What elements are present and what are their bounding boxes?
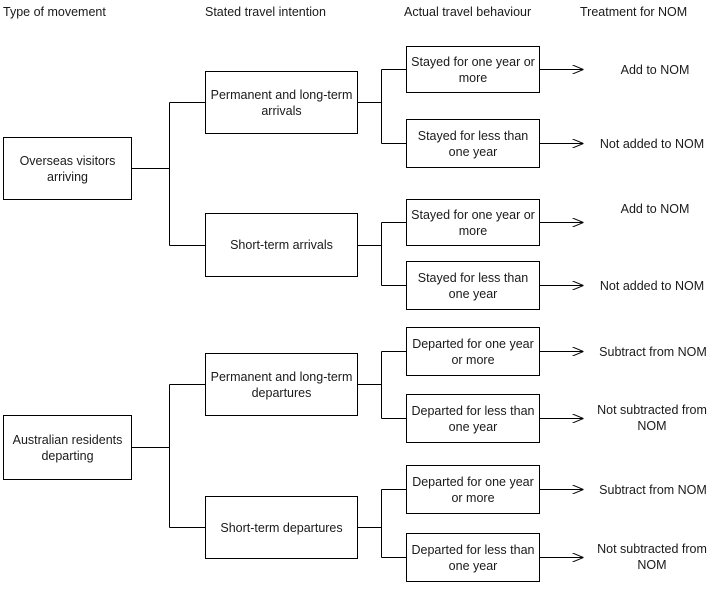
treatment-label: Not added to NOM	[599, 137, 705, 151]
treatment-label: Not subtracted from NOM	[597, 542, 707, 572]
node-label: Departed for one year or more	[412, 336, 534, 367]
treatment-not-subtracted-from-nom-st-departures: Not subtracted from NOM	[584, 540, 720, 574]
treatment-add-to-nom-plt-arrivals: Add to NOM	[592, 61, 718, 79]
treatment-subtract-from-nom-st-departures: Subtract from NOM	[586, 481, 720, 499]
node-label: Overseas visitors arriving	[19, 153, 116, 184]
flowchart-canvas: Type of movement Stated travel intention…	[0, 0, 721, 593]
treatment-label: Subtract from NOM	[599, 483, 707, 497]
treatment-not-added-to-nom-plt-arrivals: Not added to NOM	[586, 135, 718, 153]
connector-lines	[131, 0, 721, 593]
node-label: Departed for less than one year	[411, 542, 535, 573]
node-behaviour-stayed-one-year-or-more-plt[interactable]: Stayed for one year or more	[406, 46, 540, 93]
treatment-label: Add to NOM	[620, 63, 690, 77]
column-header-stated-travel-intention: Stated travel intention	[205, 5, 326, 19]
node-behaviour-stayed-less-than-one-year-st[interactable]: Stayed for less than one year	[406, 261, 540, 310]
node-label: Permanent and long-term departures	[210, 369, 353, 400]
node-australian-residents-departing[interactable]: Australian residents departing	[3, 415, 132, 480]
node-behaviour-departed-less-than-one-year-plt[interactable]: Departed for less than one year	[406, 394, 540, 443]
node-behaviour-stayed-less-than-one-year-plt[interactable]: Stayed for less than one year	[406, 119, 540, 168]
node-short-term-departures[interactable]: Short-term departures	[205, 496, 358, 559]
treatment-not-subtracted-from-nom-plt-departures: Not subtracted from NOM	[584, 401, 720, 435]
node-behaviour-departed-less-than-one-year-st[interactable]: Departed for less than one year	[406, 533, 540, 582]
node-label: Departed for one year or more	[412, 474, 534, 505]
column-header-type-of-movement: Type of movement	[3, 5, 106, 19]
column-header-treatment-for-nom: Treatment for NOM	[580, 5, 688, 19]
node-label: Stayed for less than one year	[417, 128, 529, 159]
node-permanent-long-term-arrivals[interactable]: Permanent and long-term arrivals	[205, 71, 358, 134]
node-behaviour-departed-one-year-or-more-st[interactable]: Departed for one year or more	[406, 465, 540, 514]
node-label: Departed for less than one year	[411, 403, 535, 434]
node-behaviour-departed-one-year-or-more-plt[interactable]: Departed for one year or more	[406, 327, 540, 376]
column-header-actual-travel-behaviour: Actual travel behaviour	[404, 5, 532, 19]
treatment-add-to-nom-st-arrivals: Add to NOM	[592, 200, 718, 218]
treatment-label: Not subtracted from NOM	[597, 403, 707, 433]
node-label: Short-term departures	[220, 520, 343, 535]
node-label: Permanent and long-term arrivals	[210, 87, 353, 118]
treatment-label: Subtract from NOM	[599, 345, 707, 359]
node-label: Short-term arrivals	[230, 238, 333, 252]
treatment-subtract-from-nom-plt-departures: Subtract from NOM	[586, 343, 720, 361]
treatment-label: Add to NOM	[620, 202, 690, 216]
node-short-term-arrivals[interactable]: Short-term arrivals	[205, 213, 358, 277]
treatment-label: Not added to NOM	[599, 279, 705, 293]
node-label: Australian residents departing	[12, 432, 123, 463]
node-label: Stayed for less than one year	[417, 270, 529, 301]
node-permanent-long-term-departures[interactable]: Permanent and long-term departures	[205, 353, 358, 416]
node-label: Stayed for one year or more	[411, 207, 535, 238]
node-overseas-visitors-arriving[interactable]: Overseas visitors arriving	[3, 137, 132, 200]
treatment-not-added-to-nom-st-arrivals: Not added to NOM	[586, 277, 718, 295]
node-label: Stayed for one year or more	[411, 54, 535, 85]
node-behaviour-stayed-one-year-or-more-st[interactable]: Stayed for one year or more	[406, 199, 540, 246]
